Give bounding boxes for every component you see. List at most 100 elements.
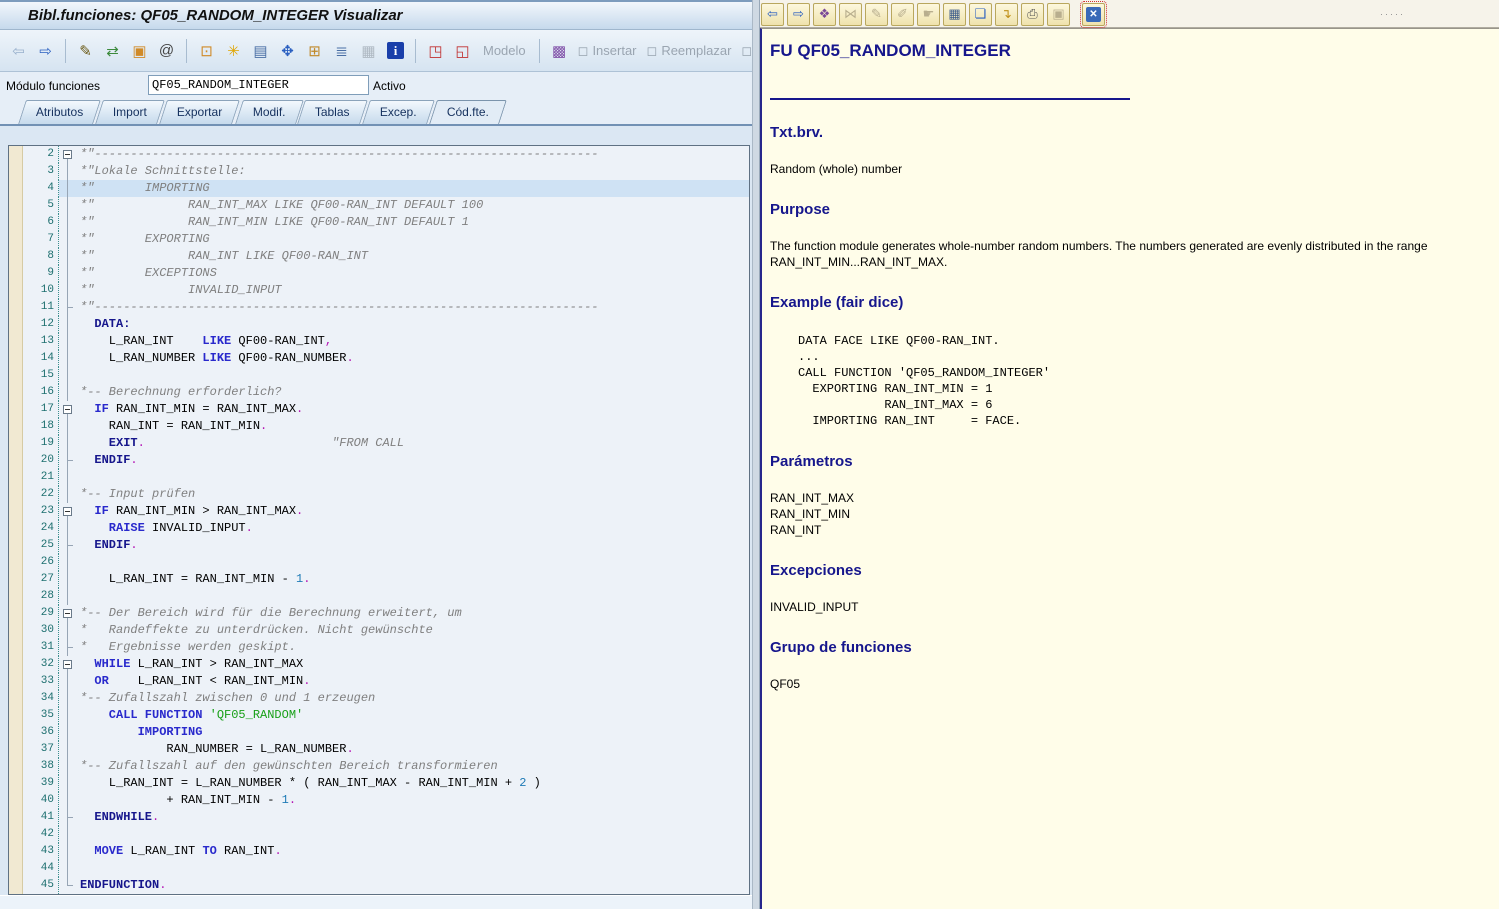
tab-import[interactable]: Import [95, 100, 165, 124]
tab-excep[interactable]: Excep. [362, 100, 434, 124]
insertar-button[interactable]: ◻Insertar [576, 43, 639, 59]
line-number: 28 [23, 588, 59, 605]
code-text [76, 588, 749, 605]
line-number: 5 [23, 197, 59, 214]
table-book-icon[interactable]: ▦ [943, 3, 966, 26]
fold-toggle-icon[interactable] [59, 656, 76, 673]
line-number: 45 [23, 877, 59, 894]
doc-body: QF05 [770, 676, 1475, 692]
editor-gutter [9, 741, 23, 758]
documentation-content[interactable]: FU QF05_RANDOM_INTEGER Txt.brv.Random (w… [760, 28, 1499, 909]
line-number: 30 [23, 622, 59, 639]
code-line: 37 RAN_NUMBER = L_RAN_NUMBER. [9, 741, 749, 758]
editor-gutter [9, 656, 23, 673]
fold-line [59, 758, 76, 775]
tab-tablas[interactable]: Tablas [298, 100, 368, 124]
table-view-icon: ▦ [358, 40, 379, 61]
editor-gutter [9, 146, 23, 163]
line-number: 15 [23, 367, 59, 384]
abap-code-editor[interactable]: 2*"-------------------------------------… [8, 145, 750, 895]
navigation-icon[interactable]: ✥ [277, 40, 298, 61]
test-execute-icon[interactable]: ✳ [223, 40, 244, 61]
line-number: 43 [23, 843, 59, 860]
code-text [76, 469, 749, 486]
module-label: Módulo funciones [6, 79, 100, 93]
code-text: IMPORTING [76, 724, 749, 741]
goto-object-icon[interactable]: ⊡ [196, 40, 217, 61]
toolbar-drag-handle[interactable]: ····· [1380, 9, 1405, 19]
code-line: 16*-- Berechnung erforderlich? [9, 384, 749, 401]
assign-object-icon[interactable]: ◳ [425, 40, 446, 61]
line-number: 29 [23, 605, 59, 622]
editor-gutter [9, 333, 23, 350]
module-name-input[interactable] [148, 75, 369, 95]
forward-icon[interactable]: ⇨ [35, 40, 56, 61]
tab-exportar[interactable]: Exportar [159, 100, 240, 124]
code-line: 14 L_RAN_NUMBER LIKE QF00-RAN_NUMBER. [9, 350, 749, 367]
back-icon[interactable]: ⇦ [8, 40, 29, 61]
documentation-pane: ⇦⇨❖⋈✎✐☛▦❏↴⎙▣✕ ····· FU QF05_RANDOM_INTEG… [760, 0, 1499, 909]
tab-label: Exportar [177, 101, 222, 124]
code-text [76, 367, 749, 384]
fold-toggle-icon[interactable] [59, 401, 76, 418]
pane-splitter[interactable] [752, 0, 760, 909]
copy-object-icon[interactable]: ▣ [129, 40, 150, 61]
code-line: 26 [9, 554, 749, 571]
forward-icon[interactable]: ⇨ [787, 3, 810, 26]
reemplazar-button[interactable]: ◻Reemplazar [645, 43, 734, 59]
code-line: 8*" RAN_INT LIKE QF00-RAN_INT [9, 248, 749, 265]
tab-cdfte[interactable]: Cód.fte. [429, 100, 507, 124]
tab-strip: AtributosImport Exportar Modif.TablasExcep… [0, 100, 752, 124]
editor-gutter [9, 197, 23, 214]
editor-gutter [9, 792, 23, 809]
code-text [76, 826, 749, 843]
doc-heading: Txt.brv. [770, 124, 1483, 141]
back-icon[interactable]: ⇦ [761, 3, 784, 26]
code-text: *" EXPORTING [76, 231, 749, 248]
window-icon: ◻ [647, 43, 658, 59]
tab-atributos[interactable]: Atributos [18, 100, 101, 124]
display-change-icon[interactable]: ✎ [75, 40, 96, 61]
code-text: CALL FUNCTION 'QF05_RANDOM' [76, 707, 749, 724]
code-line: 43 MOVE L_RAN_INT TO RAN_INT. [9, 843, 749, 860]
doc-body: INVALID_INPUT [770, 599, 1475, 615]
info-icon[interactable]: i [387, 42, 404, 59]
editor-gutter [9, 299, 23, 316]
line-number: 40 [23, 792, 59, 809]
export-icon[interactable]: ↴ [995, 3, 1018, 26]
fold-toggle-icon[interactable] [59, 605, 76, 622]
tab-modif[interactable]: Modif. [235, 100, 303, 124]
fold-line [59, 163, 76, 180]
editor-gutter [9, 282, 23, 299]
refresh-toggle-icon[interactable]: ⇄ [102, 40, 123, 61]
borrar-button[interactable]: ◻Borrar [739, 43, 752, 59]
code-line: 32 WHILE L_RAN_INT > RAN_INT_MAX [9, 656, 749, 673]
line-number: 12 [23, 316, 59, 333]
modelo-button[interactable]: Modelo [479, 43, 530, 58]
code-text: RAN_NUMBER = L_RAN_NUMBER. [76, 741, 749, 758]
code-line: 28 [9, 588, 749, 605]
code-line: 23 IF RAN_INT_MIN > RAN_INT_MAX. [9, 503, 749, 520]
fold-toggle-icon[interactable] [59, 146, 76, 163]
notebook-edit-icon[interactable]: ❏ [969, 3, 992, 26]
close-icon[interactable]: ✕ [1082, 3, 1105, 26]
assign-user-icon[interactable]: ◱ [452, 40, 473, 61]
print-icon[interactable]: ⎙ [1021, 3, 1044, 26]
stack-list-icon[interactable]: ≣ [331, 40, 352, 61]
doc-code-block: DATA FACE LIKE QF00-RAN_INT. ... CALL FU… [798, 333, 1483, 429]
book-icon[interactable]: ❖ [813, 3, 836, 26]
fold-toggle-icon[interactable] [59, 503, 76, 520]
editor-gutter [9, 248, 23, 265]
hierarchy-icon[interactable]: ⊞ [304, 40, 325, 61]
fold-line [59, 792, 76, 809]
pattern-icon[interactable]: ▩ [549, 40, 570, 61]
copy-icon: ▣ [1047, 3, 1070, 26]
fold-line [59, 469, 76, 486]
reemplazar-label: Reemplazar [661, 43, 731, 58]
where-used-icon[interactable]: @ [156, 40, 177, 61]
close-x-glyph: ✕ [1086, 7, 1101, 22]
code-text: *" RAN_INT LIKE QF00-RAN_INT [76, 248, 749, 265]
editor-gutter [9, 622, 23, 639]
code-text: *"--------------------------------------… [76, 299, 749, 316]
runtime-object-icon[interactable]: ▤ [250, 40, 271, 61]
